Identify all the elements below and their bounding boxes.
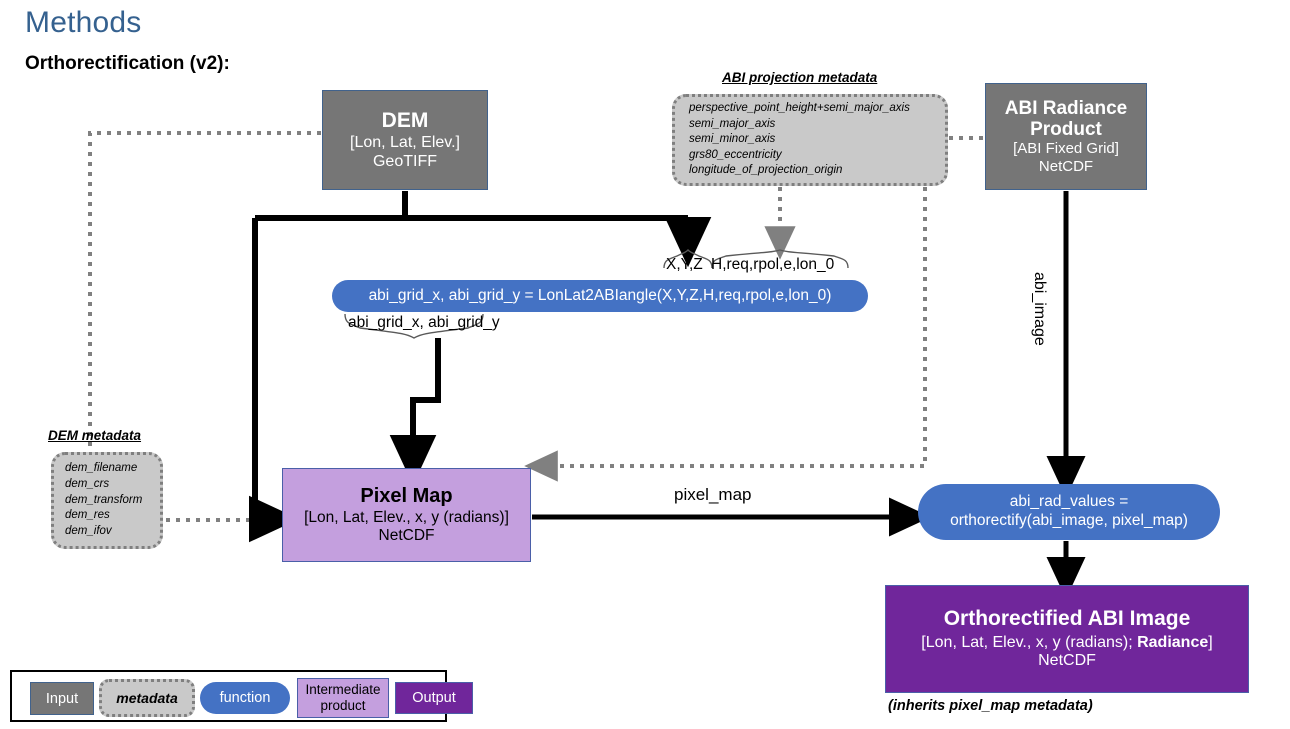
node-pixel-map-title: Pixel Map <box>360 484 453 507</box>
node-orthorectified-fields-post: ] <box>1208 633 1213 651</box>
metadata-item: dem_filename <box>65 462 138 475</box>
metadata-item: dem_transform <box>65 493 143 506</box>
label-abi-image-edge: abi_image <box>1031 272 1048 346</box>
node-orthorectified-abi-image[interactable]: Orthorectified ABI Image [Lon, Lat, Elev… <box>885 585 1249 693</box>
node-orthorectified-title: Orthorectified ABI Image <box>943 607 1191 631</box>
node-dem-format: GeoTIFF <box>372 152 437 170</box>
node-dem-title: DEM <box>381 108 429 132</box>
function-orthorectify[interactable]: abi_rad_values = orthorectify(abi_image,… <box>918 484 1220 540</box>
node-abi-radiance-title: ABI Radiance Product <box>1004 97 1128 141</box>
node-pixel-map-format: NetCDF <box>378 527 435 545</box>
edge-dem-to-dem-metadata <box>88 131 321 452</box>
legend-item-metadata: metadata <box>99 679 195 717</box>
label-pixel-map-edge: pixel_map <box>674 485 752 504</box>
abi-projection-metadata-box[interactable]: perspective_point_height+semi_major_axis… <box>672 94 948 186</box>
orthorectified-inherits-note: (inherits pixel_map metadata) <box>888 698 1093 714</box>
node-abi-radiance-format: NetCDF <box>1038 157 1094 175</box>
node-orthorectified-fields: [Lon, Lat, Elev., x, y (radians); Radian… <box>921 634 1212 653</box>
edge-abi-grid-to-pixel-map <box>389 338 441 486</box>
legend-item-intermediate-product: Intermediate product <box>297 678 389 718</box>
label-xyz: X,Y,Z <box>666 256 703 273</box>
dem-metadata-title: DEM metadata <box>48 428 142 443</box>
legend-item-output: Output <box>395 682 473 714</box>
metadata-item: semi_minor_axis <box>689 133 776 146</box>
label-abi-grid-xy: abi_grid_x, abi_grid_y <box>348 314 500 331</box>
node-orthorectified-format: NetCDF <box>1038 652 1096 670</box>
metadata-item: dem_crs <box>65 478 110 491</box>
node-dem-fields: [Lon, Lat, Elev.] <box>350 134 460 152</box>
node-pixel-map[interactable]: Pixel Map [Lon, Lat, Elev., x, y (radian… <box>282 468 531 562</box>
legend-item-input: Input <box>30 682 94 715</box>
function-orthorectify-line2: orthorectify(abi_image, pixel_map) <box>950 512 1188 529</box>
metadata-item: longitude_of_projection_origin <box>689 164 843 177</box>
page-title: Methods <box>25 6 142 39</box>
metadata-item: semi_major_axis <box>689 117 776 130</box>
function-orthorectify-line1: abi_rad_values = <box>1009 493 1129 511</box>
node-dem[interactable]: DEM [Lon, Lat, Elev.] GeoTIFF <box>322 90 488 190</box>
function-lonlat2abiangle[interactable]: abi_grid_x, abi_grid_y = LonLat2ABIangle… <box>332 280 868 312</box>
page-subtitle: Orthorectification (v2): <box>25 53 230 74</box>
metadata-item: grs80_eccentricity <box>689 148 782 161</box>
legend-intermediate-line1: Intermediate <box>305 681 381 697</box>
legend-intermediate-line2: product <box>320 698 366 713</box>
legend: Input metadata function Intermediate pro… <box>10 670 473 722</box>
metadata-item: dem_res <box>65 509 110 522</box>
node-pixel-map-fields: [Lon, Lat, Elev., x, y (radians)] <box>304 509 509 527</box>
dem-metadata-box[interactable]: dem_filename dem_crs dem_transform dem_r… <box>51 452 163 549</box>
node-orthorectified-fields-bold: Radiance <box>1137 633 1209 651</box>
label-hreq-rpol-e-lon0: H,req,rpol,e,lon_0 <box>711 256 835 273</box>
node-abi-radiance-fields: [ABI Fixed Grid] <box>1013 140 1119 158</box>
metadata-item: perspective_point_height+semi_major_axis <box>689 101 910 114</box>
node-abi-radiance-product[interactable]: ABI Radiance Product [ABI Fixed Grid] Ne… <box>985 83 1147 190</box>
metadata-item: dem_ifov <box>65 524 112 537</box>
legend-item-function: function <box>200 682 290 714</box>
edge-abi-metadata-to-pixel-map <box>524 187 927 482</box>
abi-projection-metadata-title: ABI projection metadata <box>722 70 878 85</box>
node-orthorectified-fields-pre: [Lon, Lat, Elev., x, y (radians); <box>921 633 1138 651</box>
